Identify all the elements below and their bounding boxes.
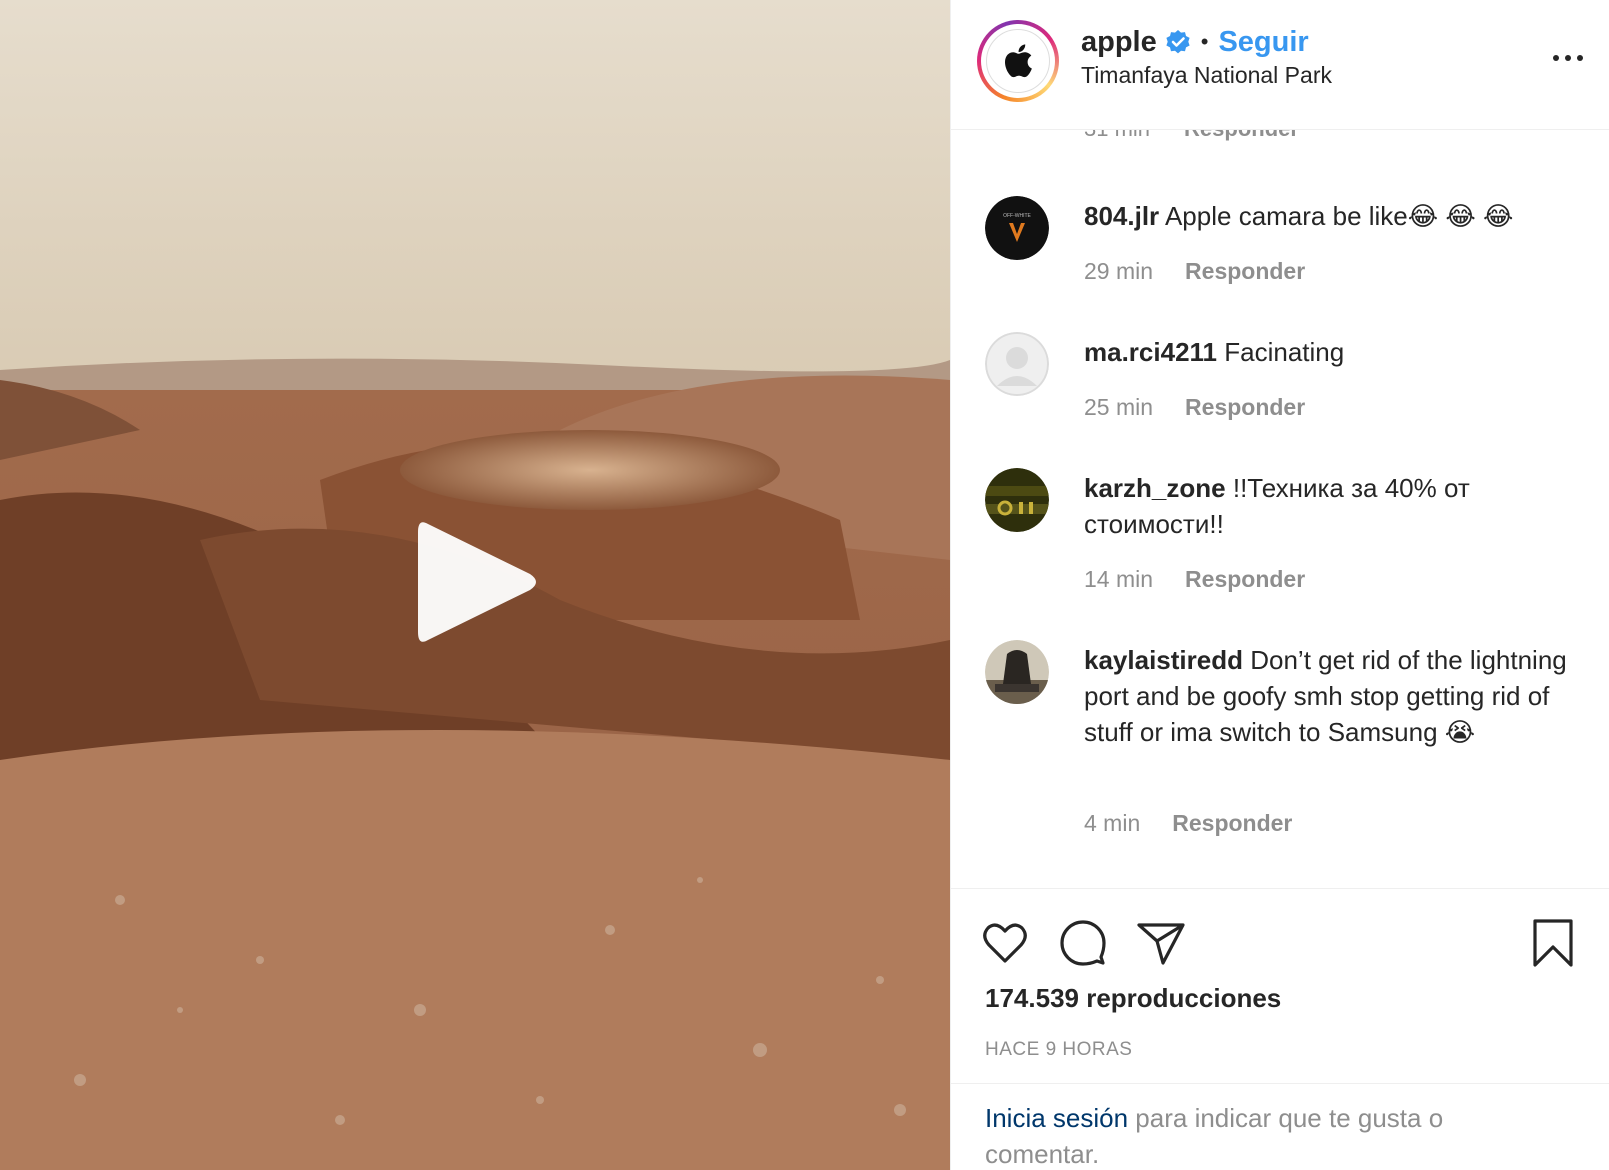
comment-username[interactable]: karzh_zone (1084, 473, 1226, 503)
comment-text: karzh_zone !!Техника за 40% от стоимости… (1084, 470, 1584, 542)
login-link[interactable]: Inicia sesión (985, 1103, 1128, 1133)
post-timestamp[interactable]: HACE 9 HORAS (985, 1039, 1132, 1061)
comment-time: 14 min (1084, 566, 1154, 592)
comment-time: 25 min (1084, 394, 1154, 420)
profile-avatar[interactable] (977, 20, 1059, 102)
reply-button[interactable]: Responder (1172, 810, 1292, 837)
reply-button[interactable]: Responder (1185, 258, 1305, 285)
comment-time: 31 min (1084, 130, 1150, 141)
comment-content: Apple camara be like😂 😂 😂 (1164, 201, 1514, 231)
comment-username[interactable]: ma.rci4211 (1084, 337, 1217, 367)
login-prompt: Inicia sesión para indicar que te gusta … (951, 1083, 1609, 1170)
comment-meta: 25 min Responder (1084, 394, 1305, 421)
avatar[interactable]: OFF-WHITE (985, 196, 1049, 260)
avatar[interactable] (985, 468, 1049, 532)
comment-meta: 14 min Responder (1084, 566, 1305, 593)
post-username[interactable]: apple (1081, 24, 1157, 60)
comment-icon[interactable] (1057, 917, 1109, 969)
comment-meta: 4 min Responder (1084, 810, 1292, 837)
post-sidebar: apple • Seguir Timanfaya National Park 3… (950, 0, 1609, 1170)
heart-icon[interactable] (979, 917, 1031, 969)
comment-time: 29 min (1084, 258, 1154, 284)
reply-button[interactable]: Responder (1185, 394, 1305, 421)
avatar[interactable] (985, 640, 1049, 704)
avatar[interactable] (985, 332, 1049, 396)
comment-time: 4 min (1084, 810, 1141, 836)
post-header: apple • Seguir Timanfaya National Park (951, 0, 1609, 130)
post-location[interactable]: Timanfaya National Park (1081, 62, 1332, 89)
header-separator: • (1200, 29, 1209, 54)
comments-list[interactable]: 31 min Responder OFF-WHITE 804.jlr Apple … (951, 130, 1609, 888)
apple-logo-icon (1005, 44, 1032, 78)
verified-badge-icon (1166, 30, 1190, 54)
bookmark-icon[interactable] (1527, 917, 1579, 969)
view-count[interactable]: 174.539 reproducciones (985, 983, 1281, 1014)
play-icon[interactable] (410, 512, 545, 652)
svg-text:OFF-WHITE: OFF-WHITE (1003, 213, 1031, 219)
default-avatar-icon (985, 332, 1049, 396)
reply-button[interactable]: Responder (1185, 566, 1305, 593)
comment-username[interactable]: 804.jlr (1084, 201, 1159, 231)
comment-text: 804.jlr Apple camara be like😂 😂 😂 (1084, 198, 1584, 234)
video-player[interactable] (0, 0, 950, 1170)
comment-username[interactable]: kaylaistiredd (1084, 645, 1243, 675)
comment-text: ma.rci4211 Facinating (1084, 334, 1584, 370)
avatar-image (985, 468, 1049, 532)
paper-plane-icon[interactable] (1135, 917, 1187, 969)
avatar-image: OFF-WHITE (985, 196, 1049, 260)
comment-content: Facinating (1224, 337, 1345, 367)
follow-button[interactable]: Seguir (1218, 24, 1308, 60)
more-options-icon[interactable] (1548, 46, 1588, 70)
avatar-image (985, 640, 1049, 704)
post-actions: 174.539 reproducciones HACE 9 HORAS (951, 888, 1609, 1083)
comment-text: kaylaistiredd Don’t get rid of the light… (1084, 642, 1584, 750)
header-line: apple • Seguir (1081, 24, 1309, 60)
comment-meta: 29 min Responder (1084, 258, 1305, 285)
login-text: Inicia sesión para indicar que te gusta … (985, 1100, 1545, 1170)
partial-comment-meta: 31 min Responder (1084, 130, 1299, 142)
reply-button[interactable]: Responder (1184, 130, 1299, 141)
